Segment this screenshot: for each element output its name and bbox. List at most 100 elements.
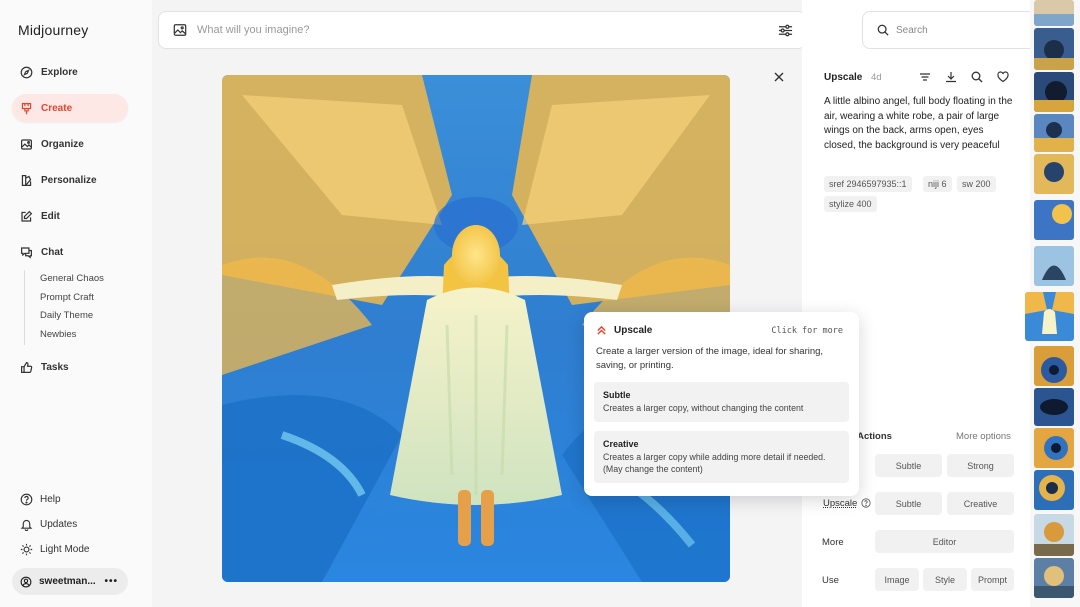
tag-sref[interactable]: sref 2946597935::1: [824, 176, 912, 192]
nav-organize[interactable]: Organize: [12, 130, 128, 158]
detail-panel: [802, 0, 1030, 607]
thumbnail-selected[interactable]: [1025, 292, 1074, 341]
more-label: More: [822, 537, 844, 548]
upscale-chevrons-icon: [597, 325, 606, 335]
download-icon[interactable]: [945, 71, 957, 83]
app-logo[interactable]: Midjourney: [18, 22, 88, 38]
image-upload-icon[interactable]: [173, 23, 187, 37]
nav-create[interactable]: Create: [12, 94, 128, 122]
image-icon: [21, 138, 32, 150]
use-image-button[interactable]: Image: [875, 568, 919, 591]
nav-edit[interactable]: Edit: [12, 202, 128, 230]
more-options-link[interactable]: More options: [956, 431, 1011, 442]
tooltip-title: Upscale: [614, 325, 653, 336]
nav-label: Edit: [41, 210, 60, 222]
search-placeholder: Search: [896, 24, 928, 36]
thumbnail[interactable]: [1034, 114, 1074, 152]
thumbnail[interactable]: [1034, 428, 1074, 468]
nav-explore[interactable]: Explore: [12, 58, 128, 86]
chat-rooms: General Chaos Prompt Craft Daily Theme N…: [24, 270, 104, 345]
tooltip-option-subtle[interactable]: Subtle Creates a larger copy, without ch…: [594, 382, 849, 422]
nav-label: Explore: [41, 66, 78, 78]
tag-sw[interactable]: sw 200: [957, 176, 996, 192]
thumbnail[interactable]: [1034, 0, 1074, 26]
upscale-creative-button[interactable]: Creative: [947, 492, 1014, 515]
chat-room-newbies[interactable]: Newbies: [40, 326, 104, 345]
prompt-text[interactable]: A little albino angel, full body floatin…: [824, 95, 1014, 153]
light-mode-toggle[interactable]: Light Mode: [12, 538, 89, 560]
detail-title: Upscale: [824, 72, 863, 83]
thumbnail[interactable]: [1034, 200, 1074, 240]
updates-link[interactable]: Updates: [12, 513, 77, 535]
thumbnail[interactable]: [1034, 246, 1074, 286]
option-desc: Creates a larger copy while adding more …: [603, 452, 826, 474]
nav-label: Chat: [41, 246, 64, 258]
bell-icon: [20, 519, 33, 531]
thumbs-up-icon: [21, 361, 33, 373]
nav-label: Tasks: [41, 361, 69, 373]
detail-age: 4d: [871, 72, 882, 83]
use-prompt-button[interactable]: Prompt: [971, 568, 1014, 591]
upscale-tooltip[interactable]: Upscale Click for more Create a larger v…: [584, 312, 859, 496]
help-icon: [20, 493, 33, 505]
nav-label: Personalize: [41, 174, 97, 186]
user-account[interactable]: sweetman... •••: [12, 568, 128, 595]
sidebar: Midjourney Explore Create Organize Perso…: [0, 0, 152, 607]
nav-personalize[interactable]: Personalize: [12, 166, 128, 194]
option-desc: Creates a larger copy, without changing …: [603, 403, 804, 413]
option-title: Creative: [603, 439, 639, 449]
zoom-search-icon[interactable]: [971, 71, 983, 83]
settings-sliders-icon[interactable]: [778, 23, 793, 38]
upscale-subtle-button[interactable]: Subtle: [875, 492, 942, 515]
thumbnail[interactable]: [1034, 28, 1074, 70]
user-menu-button[interactable]: •••: [104, 576, 118, 587]
chat-room-general-chaos[interactable]: General Chaos: [40, 270, 104, 289]
edit-icon: [21, 210, 33, 222]
option-title: Subtle: [603, 390, 631, 400]
chat-icon: [21, 246, 32, 259]
username: sweetman...: [39, 576, 96, 587]
imagine-bar[interactable]: What will you imagine?: [158, 11, 806, 49]
imagine-placeholder: What will you imagine?: [197, 24, 310, 36]
use-label: Use: [822, 575, 839, 586]
thumbnail[interactable]: [1034, 558, 1074, 598]
nav-tasks[interactable]: Tasks: [12, 353, 128, 381]
nav-label: Create: [41, 102, 73, 114]
vary-subtle-button[interactable]: Subtle: [875, 454, 942, 477]
thumbnail[interactable]: [1034, 470, 1074, 510]
editor-button[interactable]: Editor: [875, 530, 1014, 553]
tag-niji[interactable]: niji 6: [923, 176, 952, 192]
chat-room-prompt-craft[interactable]: Prompt Craft: [40, 289, 104, 308]
sun-icon: [20, 543, 33, 555]
thumbnail[interactable]: [1034, 154, 1074, 194]
main-area: What will you imagine?: [152, 0, 806, 607]
user-icon: [20, 576, 32, 587]
light-mode-label: Light Mode: [40, 543, 90, 555]
heart-icon[interactable]: [997, 71, 1009, 83]
compass-icon: [20, 66, 33, 78]
help-label: Help: [40, 493, 61, 505]
tag-stylize[interactable]: stylize 400: [824, 196, 877, 212]
nav-chat[interactable]: Chat: [12, 238, 128, 266]
close-icon[interactable]: [772, 70, 786, 84]
vary-strong-button[interactable]: Strong: [947, 454, 1014, 477]
nav-label: Organize: [41, 138, 84, 150]
chat-room-daily-theme[interactable]: Daily Theme: [40, 307, 104, 326]
palette-icon: [21, 174, 32, 186]
search-icon: [877, 24, 889, 36]
thumbnail[interactable]: [1034, 514, 1074, 556]
help-circle-icon[interactable]: [861, 498, 871, 508]
thumbnail[interactable]: [1034, 72, 1074, 112]
tooltip-option-creative[interactable]: Creative Creates a larger copy while add…: [594, 431, 849, 483]
updates-label: Updates: [40, 518, 78, 530]
use-style-button[interactable]: Style: [923, 568, 967, 591]
thumbnail[interactable]: [1034, 388, 1074, 426]
help-link[interactable]: Help: [12, 488, 61, 510]
tooltip-click-hint[interactable]: Click for more: [771, 326, 843, 336]
tooltip-description: Create a larger version of the image, id…: [596, 346, 824, 371]
thumbnail[interactable]: [1034, 346, 1074, 386]
search-input[interactable]: Search: [862, 11, 1048, 49]
filter-lines-icon[interactable]: [919, 71, 931, 83]
upscale-label[interactable]: Upscale: [823, 498, 857, 509]
brush-icon: [21, 102, 32, 114]
